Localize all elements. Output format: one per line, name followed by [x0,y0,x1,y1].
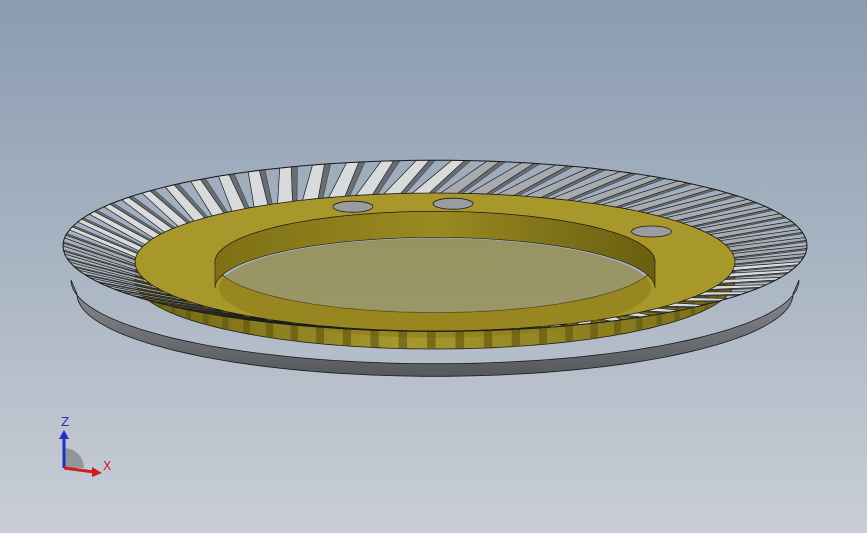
triad-x-arrow [92,467,102,477]
graphics-viewport[interactable]: Z X [0,0,867,533]
gear-tooth-root [483,329,493,349]
gear-tooth-flank [679,300,720,303]
gear-tooth-root [427,331,436,349]
gear-tooth-root [342,327,351,347]
axis-triad: Z X [59,415,111,477]
triad-origin-shape [64,448,84,468]
triad-x-axis [63,466,95,474]
gear-tooth-root [316,325,324,345]
gear-tooth-root [370,329,379,348]
gear-tooth-root [455,330,465,349]
gear-model-scene[interactable] [0,0,867,533]
gear-tooth [277,166,293,204]
gear-tooth-root [539,326,547,345]
gear-tooth-flank [291,166,298,202]
bolt-hole-3 [631,225,672,238]
triad-z-arrow [59,430,69,439]
gear-tooth-root [511,328,521,347]
triad-z-label: Z [61,415,69,429]
gear-tooth-root [398,330,408,349]
triad-x-label: X [103,459,111,473]
gear-model[interactable] [62,159,808,377]
bolt-hole-1 [332,200,374,213]
bolt-hole-2 [432,197,474,210]
